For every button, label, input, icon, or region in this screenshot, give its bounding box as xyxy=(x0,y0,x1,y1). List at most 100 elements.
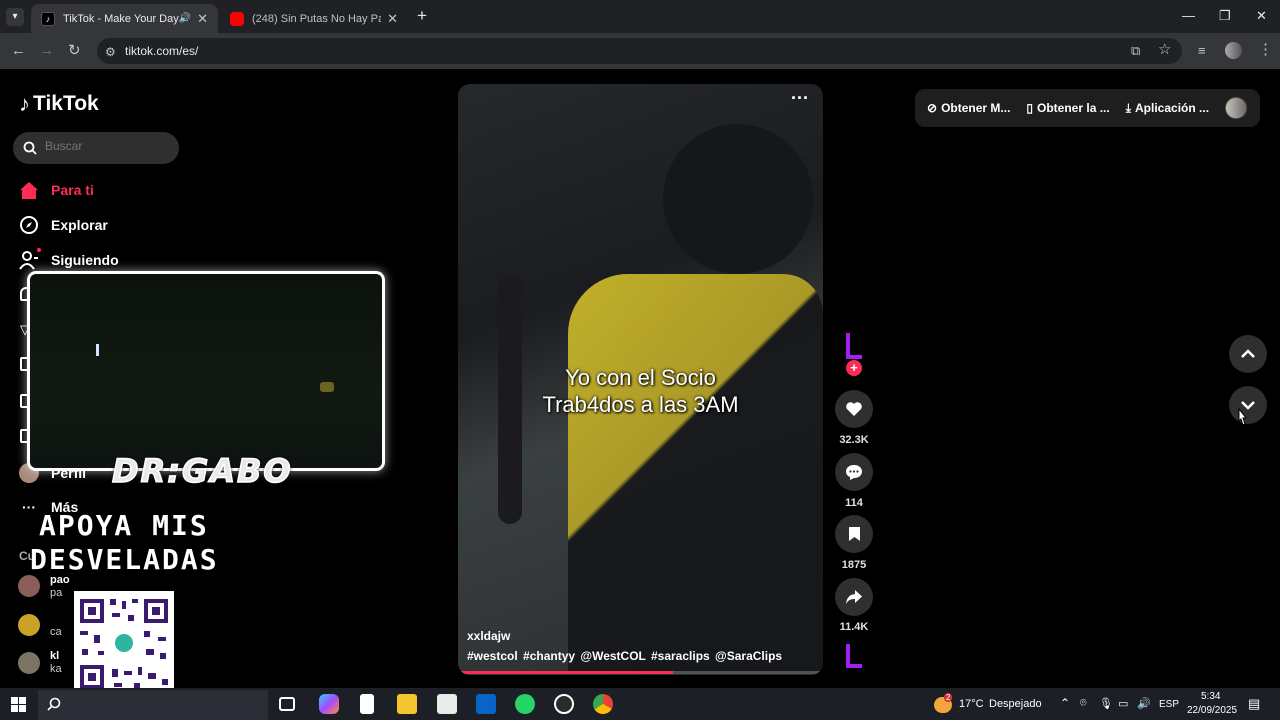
minimize-icon[interactable]: — xyxy=(1182,8,1195,23)
chrome-menu-icon[interactable]: ⋮ xyxy=(1258,42,1273,58)
tab-title: (248) Sin Putas No Hay Paraiso xyxy=(252,12,382,25)
language-indicator[interactable]: ESP xyxy=(1159,699,1179,710)
address-bar[interactable] xyxy=(97,38,1182,64)
taskbar-search-icon xyxy=(47,697,61,711)
tray-chevron-icon[interactable]: ⌃ xyxy=(1060,696,1070,710)
microphone-icon[interactable]: 🎙 xyxy=(1099,697,1113,710)
reload-icon[interactable]: ↻ xyxy=(68,43,81,59)
chrome-taskbar-icon[interactable] xyxy=(593,694,613,714)
support-text-line1: APOYA MIS xyxy=(39,509,209,542)
streamer-brand-text: DR:GABO xyxy=(111,451,293,491)
user-avatar[interactable] xyxy=(1225,97,1247,119)
account-avatar xyxy=(18,614,40,636)
next-video-button[interactable] xyxy=(1229,386,1267,424)
video-progress-fill xyxy=(458,671,674,674)
nav-para-ti[interactable]: Para ti xyxy=(18,179,94,201)
account-handle: ka xyxy=(50,663,62,675)
volume-icon[interactable]: 🔊 xyxy=(1137,697,1151,710)
clock-date[interactable]: 22/09/2025 xyxy=(1187,705,1237,716)
tiktok-logo-text: TikTok xyxy=(33,92,99,115)
more-options-icon[interactable]: ··· xyxy=(791,88,809,109)
store-icon[interactable] xyxy=(437,694,457,714)
caption-line-1: Yo con el Socio xyxy=(565,365,716,390)
tiktok-logo[interactable]: ♪ TikTok xyxy=(19,91,99,117)
nav-label: Explorar xyxy=(51,217,108,233)
save-button[interactable] xyxy=(835,515,873,553)
tray-camera-icon[interactable]: ⌾ xyxy=(1080,697,1087,710)
creator-avatar[interactable] xyxy=(846,333,864,361)
desktop-app-label: Aplicación ... xyxy=(1135,101,1210,115)
url-text[interactable]: tiktok.com/es/ xyxy=(125,44,198,58)
close-window-icon[interactable]: ✕ xyxy=(1256,8,1267,24)
tab-tiktok[interactable]: ♪ TikTok - Make Your Day 🔊 ✕ xyxy=(31,4,218,33)
desktop-app-link[interactable]: ⤓ Aplicación ... xyxy=(1126,101,1209,116)
back-icon[interactable]: ← xyxy=(11,43,26,59)
video-hashtags[interactable]: #westcol #chantyy @WestCOL #saraclips @S… xyxy=(467,649,782,663)
follow-plus-icon[interactable]: + xyxy=(846,360,862,376)
like-button[interactable] xyxy=(835,390,873,428)
profile-avatar-icon[interactable] xyxy=(1225,42,1242,59)
get-coins-link[interactable]: ⊘ Obtener M... xyxy=(927,101,1010,115)
weather-temp[interactable]: 17°C xyxy=(959,698,984,710)
account-handle: pa xyxy=(50,587,63,599)
copilot-icon[interactable] xyxy=(319,694,339,714)
tab-youtube[interactable]: (248) Sin Putas No Hay Paraiso ✕ xyxy=(220,4,408,33)
video-jacket-yellow xyxy=(568,274,823,674)
search-icon xyxy=(23,141,37,155)
video-author[interactable]: xxldajw xyxy=(467,629,510,643)
video-player[interactable]: ··· Yo con el Socio Trab4dos a las 3AM x… xyxy=(458,84,823,675)
account-name: kl xyxy=(50,650,60,662)
forward-icon[interactable]: → xyxy=(39,43,54,59)
nav-label: Siguiendo xyxy=(51,252,119,268)
windows-start-icon[interactable] xyxy=(11,697,26,712)
notepad-icon[interactable] xyxy=(360,694,374,714)
share-button[interactable] xyxy=(835,578,873,616)
site-info-icon[interactable]: ⚙ xyxy=(105,44,116,60)
whatsapp-icon[interactable] xyxy=(515,694,535,714)
sound-avatar[interactable] xyxy=(846,644,864,670)
nav-siguiendo[interactable]: Siguiendo xyxy=(18,249,119,271)
mouse-cursor-icon xyxy=(1238,407,1248,426)
search-box[interactable] xyxy=(13,132,179,164)
install-app-icon[interactable]: ⧉ xyxy=(1131,43,1140,59)
support-text-line2: DESVELADAS xyxy=(30,543,219,576)
donation-qr-code xyxy=(74,591,174,697)
search-input[interactable] xyxy=(45,139,170,153)
tab-search-button[interactable]: ▾ xyxy=(6,8,24,26)
nav-explorar[interactable]: Explorar xyxy=(18,214,108,236)
comment-button[interactable] xyxy=(835,453,873,491)
tab-title: TikTok - Make Your Day xyxy=(63,12,179,25)
save-count: 1875 xyxy=(841,559,867,571)
compass-icon xyxy=(18,214,40,236)
get-app-label: Obtener la ... xyxy=(1037,101,1110,115)
get-coins-label: Obtener M... xyxy=(941,101,1011,115)
media-controls-icon[interactable]: ≡ xyxy=(1198,43,1206,59)
taskbar-search-box[interactable] xyxy=(38,690,268,720)
comment-count: 114 xyxy=(845,497,863,509)
previous-video-button[interactable] xyxy=(1229,335,1267,373)
outlook-icon[interactable] xyxy=(476,694,496,714)
close-tab-icon[interactable]: ✕ xyxy=(197,11,208,27)
phone-icon: ▯ xyxy=(1026,101,1034,115)
tiktok-note-icon: ♪ xyxy=(19,91,30,116)
bookmark-icon xyxy=(848,527,860,541)
video-progress-bar[interactable] xyxy=(458,671,823,674)
webcam-light xyxy=(96,344,99,356)
network-icon[interactable]: ▭ xyxy=(1118,697,1128,710)
home-icon xyxy=(18,179,40,201)
restore-icon[interactable]: ❐ xyxy=(1219,8,1231,24)
file-explorer-icon[interactable] xyxy=(397,694,417,714)
coin-icon: ⊘ xyxy=(927,101,938,115)
notifications-icon[interactable]: ▤ xyxy=(1248,696,1260,712)
new-tab-button[interactable]: + xyxy=(417,6,427,26)
clock-time[interactable]: 5:34 xyxy=(1201,691,1220,702)
obs-icon[interactable] xyxy=(554,694,574,714)
get-app-link[interactable]: ▯ Obtener la ... xyxy=(1026,101,1109,115)
account-avatar xyxy=(18,652,40,674)
weather-desc[interactable]: Despejado xyxy=(989,698,1042,710)
task-view-icon[interactable] xyxy=(279,697,295,711)
close-tab-icon[interactable]: ✕ xyxy=(387,11,398,27)
nav-label: Para ti xyxy=(51,182,94,198)
bookmark-star-icon[interactable]: ☆ xyxy=(1158,42,1171,58)
speaker-icon[interactable]: 🔊 xyxy=(179,13,191,24)
